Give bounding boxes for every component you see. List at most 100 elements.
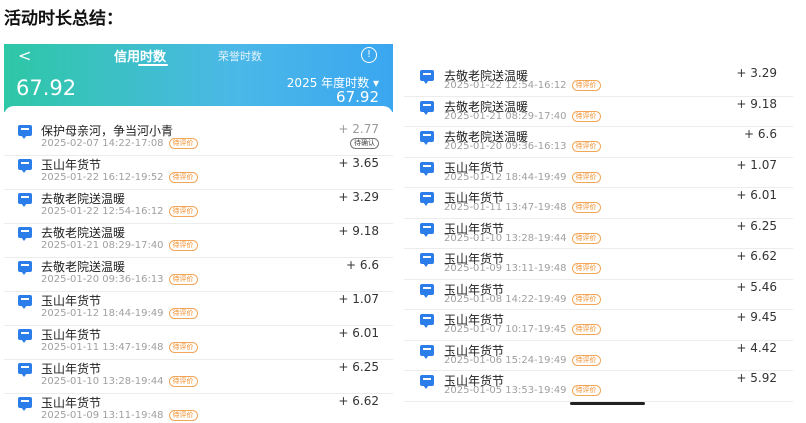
activity-row[interactable]: 玉山年货节 2025-01-22 16:12-19:52 待评价 + 3.65 [4, 156, 393, 190]
activity-row[interactable]: 玉山年货节 2025-01-06 15:24-19:49 待评价 + 4.42 [404, 340, 793, 371]
activity-title: 玉山年货节 [41, 362, 102, 376]
pending-review-badge[interactable]: 待评价 [571, 263, 601, 274]
activity-time: 2025-01-22 12:54-16:12 待评价 [41, 206, 198, 217]
pending-review-badge[interactable]: 待评价 [571, 202, 601, 213]
activity-flag-icon [18, 295, 32, 309]
activity-hours: + 5.92 [736, 371, 777, 385]
activity-hours: + 9.18 [338, 224, 379, 238]
pending-review-badge[interactable]: 待评价 [168, 138, 198, 149]
activity-hours: + 6.25 [338, 360, 379, 374]
activity-title: 玉山年货节 [41, 396, 102, 410]
pending-review-badge[interactable]: 待评价 [571, 110, 601, 122]
activity-time: 2025-01-20 09:36-16:13 待评价 [444, 141, 601, 152]
activity-time: 2025-02-07 14:22-17:08 待评价 [41, 138, 198, 149]
pending-review-badge[interactable]: 待评价 [168, 206, 198, 217]
pending-review-badge[interactable]: 待评价 [571, 171, 601, 183]
activity-row[interactable]: 去敬老院送温暖 2025-01-22 12:54-16:12 待评价 + 3.29 [404, 66, 793, 97]
year-total-hours: 67.92 [336, 88, 379, 106]
activity-time: 2025-01-09 13:11-19:48 待评价 [444, 263, 601, 274]
activity-flag-icon [420, 344, 434, 359]
activity-row[interactable]: 玉山年货节 2025-01-09 13:11-19:48 待评价 + 6.62 [4, 394, 393, 423]
pending-review-badge[interactable]: 待评价 [168, 410, 198, 421]
activity-hours: + 6.62 [736, 249, 777, 263]
pending-review-badge[interactable]: 待评价 [168, 308, 198, 319]
activity-hours: + 9.45 [736, 310, 777, 324]
info-icon[interactable]: ! [361, 47, 377, 63]
activity-row[interactable]: 去敬老院送温暖 2025-01-21 08:29-17:40 待评价 + 9.18 [4, 224, 393, 258]
activity-row[interactable]: 玉山年货节 2025-01-08 14:22-19:49 待评价 + 5.46 [404, 279, 793, 310]
activity-row[interactable]: 玉山年货节 2025-01-11 13:47-19:48 待评价 + 6.01 [4, 326, 393, 360]
tab-credit-hours[interactable]: 信用时数 [114, 46, 166, 65]
pending-review-badge[interactable]: 待评价 [571, 80, 601, 91]
back-button[interactable]: < [18, 46, 31, 65]
activity-flag-icon [420, 253, 434, 267]
activity-hours: + 1.07 [736, 157, 777, 172]
activity-title: 玉山年货节 [41, 294, 102, 308]
activity-time: 2025-01-10 13:28-19:44 待评价 [41, 376, 198, 387]
activity-time: 2025-01-10 13:28-19:44 待评价 [444, 232, 601, 244]
activity-hours: + 2.77 [338, 122, 379, 136]
activity-flag-icon [420, 314, 434, 328]
pending-review-badge[interactable]: 待评价 [571, 324, 601, 335]
home-indicator [570, 402, 645, 405]
activity-flag-icon [18, 227, 32, 241]
activity-hours: + 3.29 [736, 66, 777, 80]
activity-flag-icon [420, 283, 434, 298]
activity-flag-icon [18, 329, 32, 343]
activity-row[interactable]: 玉山年货节 2025-01-05 13:53-19:49 待评价 + 5.92 [404, 371, 793, 402]
activity-row[interactable]: 去敬老院送温暖 2025-01-22 12:54-16:12 待评价 + 3.29 [4, 190, 393, 224]
pending-review-badge[interactable]: 待评价 [571, 385, 601, 396]
activity-hours: + 1.07 [338, 292, 379, 306]
activity-row[interactable]: 玉山年货节 2025-01-09 13:11-19:48 待评价 + 6.62 [404, 249, 793, 280]
activity-hours: + 3.29 [338, 190, 379, 204]
pending-review-badge[interactable]: 待评价 [571, 232, 601, 244]
activity-row[interactable]: 玉山年货节 2025-01-11 13:47-19:48 待评价 + 6.01 [404, 188, 793, 219]
activity-flag-icon [420, 161, 434, 176]
activity-row[interactable]: 玉山年货节 2025-01-10 13:28-19:44 待评价 + 6.25 [404, 218, 793, 249]
hours-header: < 信用时数 荣誉时数 ! 67.92 2025 年度时数 ▾ 67.92 [4, 44, 393, 112]
activity-flag-icon [18, 125, 32, 139]
activity-row[interactable]: 玉山年货节 2025-01-07 10:17-19:45 待评价 + 9.45 [404, 310, 793, 341]
activity-flag-icon [18, 193, 32, 207]
activity-hours: + 4.42 [736, 340, 777, 355]
activity-time: 2025-01-11 13:47-19:48 待评价 [444, 202, 601, 213]
active-tab-indicator [138, 64, 168, 66]
activity-row[interactable]: 保护母亲河，争当河小青 2025-02-07 14:22-17:08 待评价 + 2.… [4, 122, 393, 156]
tab-honor-hours[interactable]: 荣誉时数 [218, 48, 262, 64]
activity-row[interactable]: 去敬老院送温暖 2025-01-21 08:29-17:40 待评价 + 9.18 [404, 96, 793, 127]
activity-title: 去敬老院送温暖 [41, 226, 126, 240]
pending-review-badge[interactable]: 待评价 [571, 141, 601, 152]
activity-hours: + 6.6 [744, 127, 777, 141]
activity-row[interactable]: 玉山年货节 2025-01-12 18:44-19:49 待评价 + 1.07 [404, 157, 793, 188]
credit-hours-screen-left: < 信用时数 荣誉时数 ! 67.92 2025 年度时数 ▾ 67.92 保护… [4, 44, 393, 423]
activity-flag-icon [420, 131, 434, 145]
activity-row[interactable]: 去敬老院送温暖 2025-01-20 09:36-16:13 待评价 + 6.6 [404, 127, 793, 158]
pending-review-badge[interactable]: 待评价 [168, 240, 198, 251]
activity-time: 2025-01-12 18:44-19:49 待评价 [41, 308, 198, 319]
credit-hours-screen-right: 去敬老院送温暖 2025-01-22 12:54-16:12 待评价 + 3.29 去敬… [404, 66, 796, 409]
activity-hours: + 3.65 [338, 156, 379, 170]
activity-title: 玉山年货节 [41, 328, 102, 342]
activity-hours: + 6.25 [736, 218, 777, 233]
pending-review-badge[interactable]: 待评价 [168, 376, 198, 387]
activity-title: 去敬老院送温暖 [41, 260, 126, 274]
activity-flag-icon [18, 397, 32, 411]
activity-hours: + 9.18 [736, 96, 777, 111]
activity-hours: + 6.6 [346, 258, 379, 272]
activity-flag-icon [18, 261, 32, 275]
activity-row[interactable]: 去敬老院送温暖 2025-01-20 09:36-16:13 待评价 + 6.6 [4, 258, 393, 292]
activity-row[interactable]: 玉山年货节 2025-01-12 18:44-19:49 待评价 + 1.07 [4, 292, 393, 326]
activity-hours: + 5.46 [736, 279, 777, 294]
pending-review-badge[interactable]: 待评价 [168, 172, 198, 183]
activity-row[interactable]: 玉山年货节 2025-01-10 13:28-19:44 待评价 + 6.25 [4, 360, 393, 394]
pending-review-badge[interactable]: 待评价 [168, 342, 198, 353]
activity-time: 2025-01-22 12:54-16:12 待评价 [444, 80, 601, 91]
total-hours: 67.92 [16, 76, 77, 100]
pending-confirm-badge[interactable]: 待确认 [350, 138, 379, 149]
pending-review-badge[interactable]: 待评价 [571, 293, 601, 305]
activity-flag-icon [420, 192, 434, 206]
activity-title: 去敬老院送温暖 [41, 192, 126, 206]
pending-review-badge[interactable]: 待评价 [168, 274, 198, 285]
activity-list: 保护母亲河，争当河小青 2025-02-07 14:22-17:08 待评价 + 2.… [4, 122, 393, 423]
pending-review-badge[interactable]: 待评价 [571, 354, 601, 366]
